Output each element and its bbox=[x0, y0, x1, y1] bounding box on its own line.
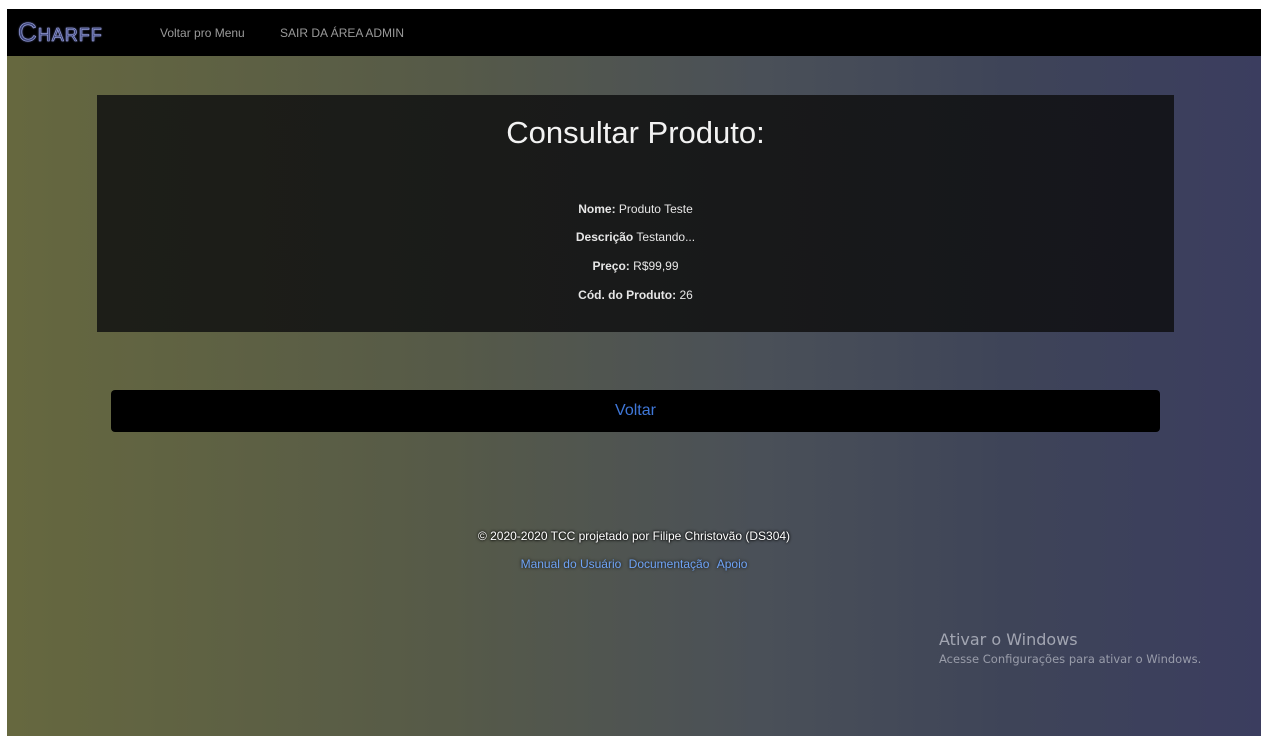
back-button[interactable]: Voltar bbox=[111, 390, 1160, 432]
brand-logo[interactable]: Charff bbox=[18, 17, 103, 48]
product-code-value: 26 bbox=[679, 288, 693, 302]
user-manual-link[interactable]: Manual do Usuário bbox=[521, 557, 622, 571]
back-to-menu-link[interactable]: Voltar pro Menu bbox=[160, 26, 245, 40]
product-description-value: Testando... bbox=[636, 230, 696, 244]
documentation-link[interactable]: Documentação bbox=[629, 557, 710, 571]
page-viewport: Charff Voltar pro Menu SAIR DA ÁREA ADMI… bbox=[7, 9, 1261, 736]
product-name-field: Nome: Produto Teste bbox=[97, 202, 1174, 216]
product-price-label: Preço: bbox=[592, 259, 630, 273]
product-name-label: Nome: bbox=[578, 202, 616, 216]
product-name-value: Produto Teste bbox=[618, 202, 693, 216]
product-description-field: Descrição Testando... bbox=[97, 230, 1174, 244]
windows-activation-subtitle: Acesse Configurações para ativar o Windo… bbox=[939, 652, 1202, 666]
footer-copyright: © 2020-2020 TCC projetado por Filipe Chr… bbox=[477, 529, 791, 543]
exit-admin-link[interactable]: SAIR DA ÁREA ADMIN bbox=[280, 26, 404, 40]
product-details-card: Consultar Produto: Nome: Produto Teste D… bbox=[97, 95, 1174, 332]
product-price-value: R$99,99 bbox=[633, 259, 679, 273]
windows-activation-watermark: Ativar o Windows Acesse Configurações pa… bbox=[939, 630, 1201, 666]
top-navbar: Charff Voltar pro Menu SAIR DA ÁREA ADMI… bbox=[7, 9, 1261, 56]
product-code-label: Cód. do Produto: bbox=[578, 288, 677, 302]
footer-links: Manual do Usuário Documentação Apoio bbox=[7, 557, 1261, 571]
support-link[interactable]: Apoio bbox=[717, 557, 748, 571]
windows-activation-title: Ativar o Windows bbox=[939, 630, 1078, 649]
product-price-field: Preço: R$99,99 bbox=[97, 259, 1174, 273]
product-code-field: Cód. do Produto: 26 bbox=[97, 288, 1174, 302]
page-title: Consultar Produto: bbox=[506, 115, 765, 150]
product-description-label: Descrição bbox=[575, 230, 634, 244]
